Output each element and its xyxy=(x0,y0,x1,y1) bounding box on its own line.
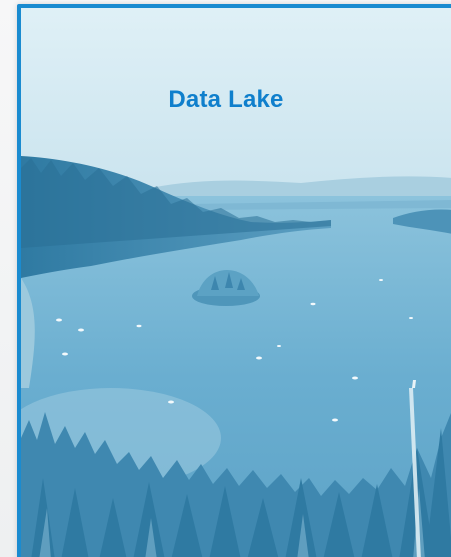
card-title: Data Lake xyxy=(168,86,284,113)
data-lake-card[interactable]: Data Lake xyxy=(17,4,451,557)
slide-stage: Data Lake xyxy=(0,0,451,557)
